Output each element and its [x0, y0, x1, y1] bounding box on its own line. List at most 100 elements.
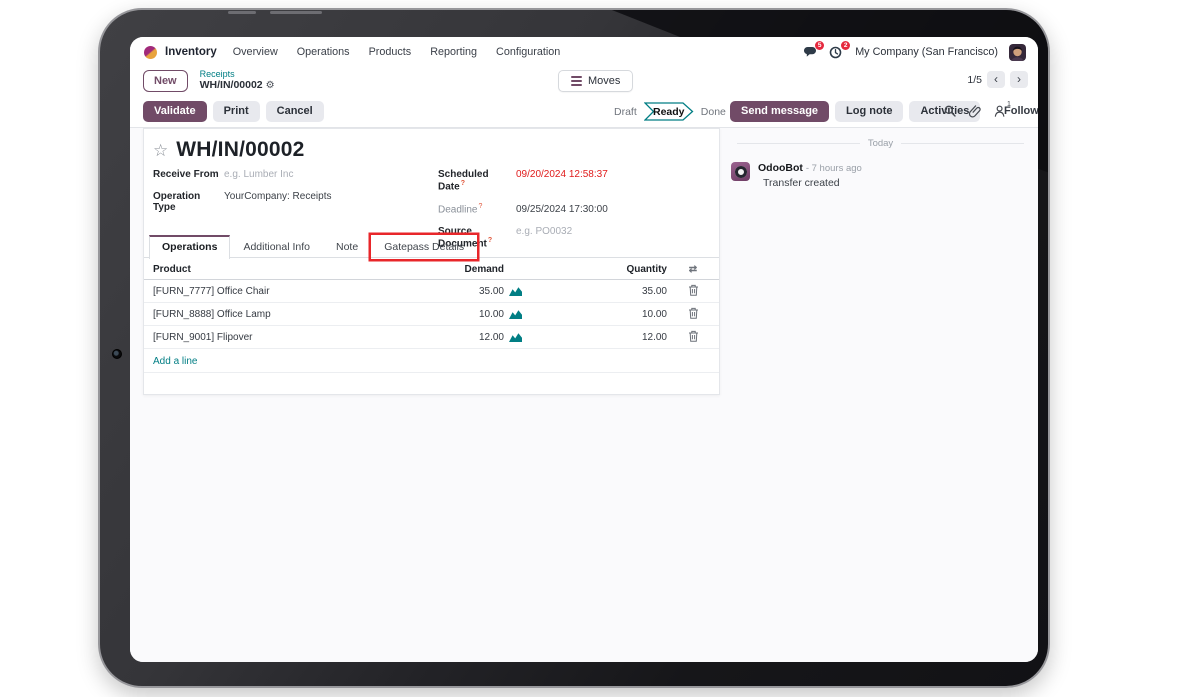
activities-badge: 2 [841, 41, 851, 50]
screen: Inventory Overview Operations Products R… [130, 37, 1038, 662]
user-avatar[interactable] [1009, 43, 1026, 61]
notebook-tabs: Operations Additional Info Note Gatepass… [149, 235, 477, 259]
table-row[interactable]: [FURN_7777] Office Chair 35.00 35.00 [144, 280, 719, 303]
table-row[interactable]: [FURN_8888] Office Lamp 10.00 10.00 [144, 303, 719, 326]
tablet-volume-button [270, 11, 322, 14]
quantity-cell[interactable]: 35.00 [528, 286, 667, 297]
status-ready[interactable]: Ready [643, 102, 694, 121]
receive-from-label: Receive From [153, 169, 219, 180]
cancel-button[interactable]: Cancel [265, 100, 324, 122]
quantity-cell[interactable]: 10.00 [528, 309, 667, 320]
field-receive-from: Receive From e.g. Lumber Inc [153, 169, 331, 180]
forecast-chart-icon[interactable] [504, 286, 528, 296]
table-header: Product Demand Quantity ⇄ [144, 259, 719, 280]
forecast-chart-icon[interactable] [504, 332, 528, 342]
operation-type-value[interactable]: YourCompany: Receipts [224, 191, 331, 202]
field-group-left: Receive From e.g. Lumber Inc Operation T… [153, 169, 331, 223]
menu-operations[interactable]: Operations [297, 46, 350, 58]
favorite-star-icon[interactable]: ☆ [153, 142, 168, 159]
breadcrumb: Receipts WH/IN/00002 ⚙ [200, 69, 275, 92]
column-product[interactable]: Product [144, 264, 442, 275]
chatter-message: OdooBot - 7 hours ago Transfer created [731, 162, 1034, 189]
menu-overview[interactable]: Overview [233, 46, 278, 58]
hint-icon: ? [478, 202, 483, 210]
action-bar: Validate Print Cancel Draft Ready Done S… [130, 95, 1038, 128]
forecast-chart-icon[interactable] [504, 309, 528, 319]
message-author: OdooBot [758, 162, 803, 174]
receive-from-input[interactable]: e.g. Lumber Inc [224, 169, 293, 180]
field-operation-type: Operation Type YourCompany: Receipts [153, 191, 331, 213]
top-navbar: Inventory Overview Operations Products R… [130, 37, 1038, 67]
page-background: Inventory Overview Operations Products R… [0, 0, 1200, 697]
chatter: Today OdooBot - 7 hours ago Transfer cre… [727, 128, 1034, 189]
title-row: ☆ WH/IN/00002 [153, 138, 305, 162]
breadcrumb-current[interactable]: WH/IN/00002 [200, 79, 263, 91]
demand-cell[interactable]: 35.00 [442, 286, 504, 297]
form-sheet: ☆ WH/IN/00002 Receive From e.g. Lumber I… [143, 128, 720, 395]
systray: 5 2 My Company (San Francisco) [803, 41, 1026, 61]
table-row[interactable]: [FURN_9001] Flipover 12.00 12.00 [144, 326, 719, 349]
optional-columns-icon[interactable]: ⇄ [667, 264, 719, 275]
menu-configuration[interactable]: Configuration [496, 46, 560, 58]
attachments-icon[interactable] [969, 104, 981, 118]
company-switcher[interactable]: My Company (San Francisco) [855, 46, 998, 58]
statusbar: Draft Ready Done [607, 95, 733, 128]
table-body: [FURN_7777] Office Chair 35.00 35.00 [FU… [144, 280, 719, 349]
send-message-button[interactable]: Send message [730, 100, 830, 122]
tablet-volume-button [228, 11, 256, 14]
main-menu: Overview Operations Products Reporting C… [233, 46, 561, 58]
new-button[interactable]: New [143, 70, 188, 92]
hint-icon: ? [460, 180, 465, 187]
scheduled-date-label: Scheduled Date? [438, 169, 489, 193]
message-timestamp: - 7 hours ago [805, 163, 862, 174]
add-a-line-link[interactable]: Add a line [144, 356, 197, 367]
add-line-row: Add a line [144, 349, 719, 373]
messages-icon[interactable]: 5 [803, 41, 825, 59]
tab-note[interactable]: Note [323, 235, 371, 259]
document-title: WH/IN/00002 [176, 138, 305, 161]
tab-additional-info[interactable]: Additional Info [230, 235, 323, 259]
clock-icon [829, 46, 842, 58]
deadline-value[interactable]: 09/25/2024 17:30:00 [516, 204, 608, 215]
product-cell[interactable]: [FURN_8888] Office Lamp [144, 309, 442, 320]
menu-products[interactable]: Products [369, 46, 412, 58]
scheduled-date-value[interactable]: 09/20/2024 12:58:37 [516, 169, 608, 180]
inventory-app-icon[interactable] [144, 45, 157, 59]
message-body: Transfer created [763, 176, 840, 189]
messages-badge: 5 [815, 41, 825, 50]
activities-icon[interactable]: 2 [829, 41, 851, 59]
demand-cell[interactable]: 12.00 [442, 332, 504, 343]
source-document-input[interactable]: e.g. PO0032 [516, 226, 572, 237]
menu-reporting[interactable]: Reporting [430, 46, 477, 58]
status-draft[interactable]: Draft [607, 106, 644, 118]
demand-cell[interactable]: 10.00 [442, 309, 504, 320]
log-note-button[interactable]: Log note [835, 100, 904, 122]
product-cell[interactable]: [FURN_9001] Flipover [144, 332, 442, 343]
print-button[interactable]: Print [212, 100, 260, 122]
hint-icon: ? [487, 236, 493, 244]
validate-button[interactable]: Validate [143, 100, 207, 122]
pager-next-button[interactable]: › [1010, 71, 1028, 88]
moves-button[interactable]: Moves [558, 70, 634, 92]
action-gear-icon[interactable]: ⚙ [266, 80, 275, 91]
pager-count[interactable]: 1/5 [967, 74, 982, 86]
tablet-camera [112, 349, 122, 359]
status-done[interactable]: Done [694, 106, 733, 118]
app-name[interactable]: Inventory [165, 46, 217, 58]
message-header: OdooBot - 7 hours ago [758, 162, 862, 174]
column-demand[interactable]: Demand [442, 264, 504, 275]
pager-previous-button[interactable]: ‹ [987, 71, 1005, 88]
moves-list-icon [571, 75, 582, 87]
product-cell[interactable]: [FURN_7777] Office Chair [144, 286, 442, 297]
column-quantity[interactable]: Quantity [528, 264, 667, 275]
follow-button[interactable]: Follow [1004, 105, 1038, 117]
tab-operations[interactable]: Operations [149, 235, 231, 259]
content-area: ☆ WH/IN/00002 Receive From e.g. Lumber I… [130, 128, 1038, 662]
delete-row-icon[interactable] [667, 330, 719, 345]
tab-gatepass-details[interactable]: Gatepass Details [371, 235, 477, 259]
search-messages-icon[interactable] [944, 105, 956, 117]
delete-row-icon[interactable] [667, 284, 719, 299]
quantity-cell[interactable]: 12.00 [528, 332, 667, 343]
delete-row-icon[interactable] [667, 307, 719, 322]
operation-type-label: Operation Type [153, 190, 201, 213]
